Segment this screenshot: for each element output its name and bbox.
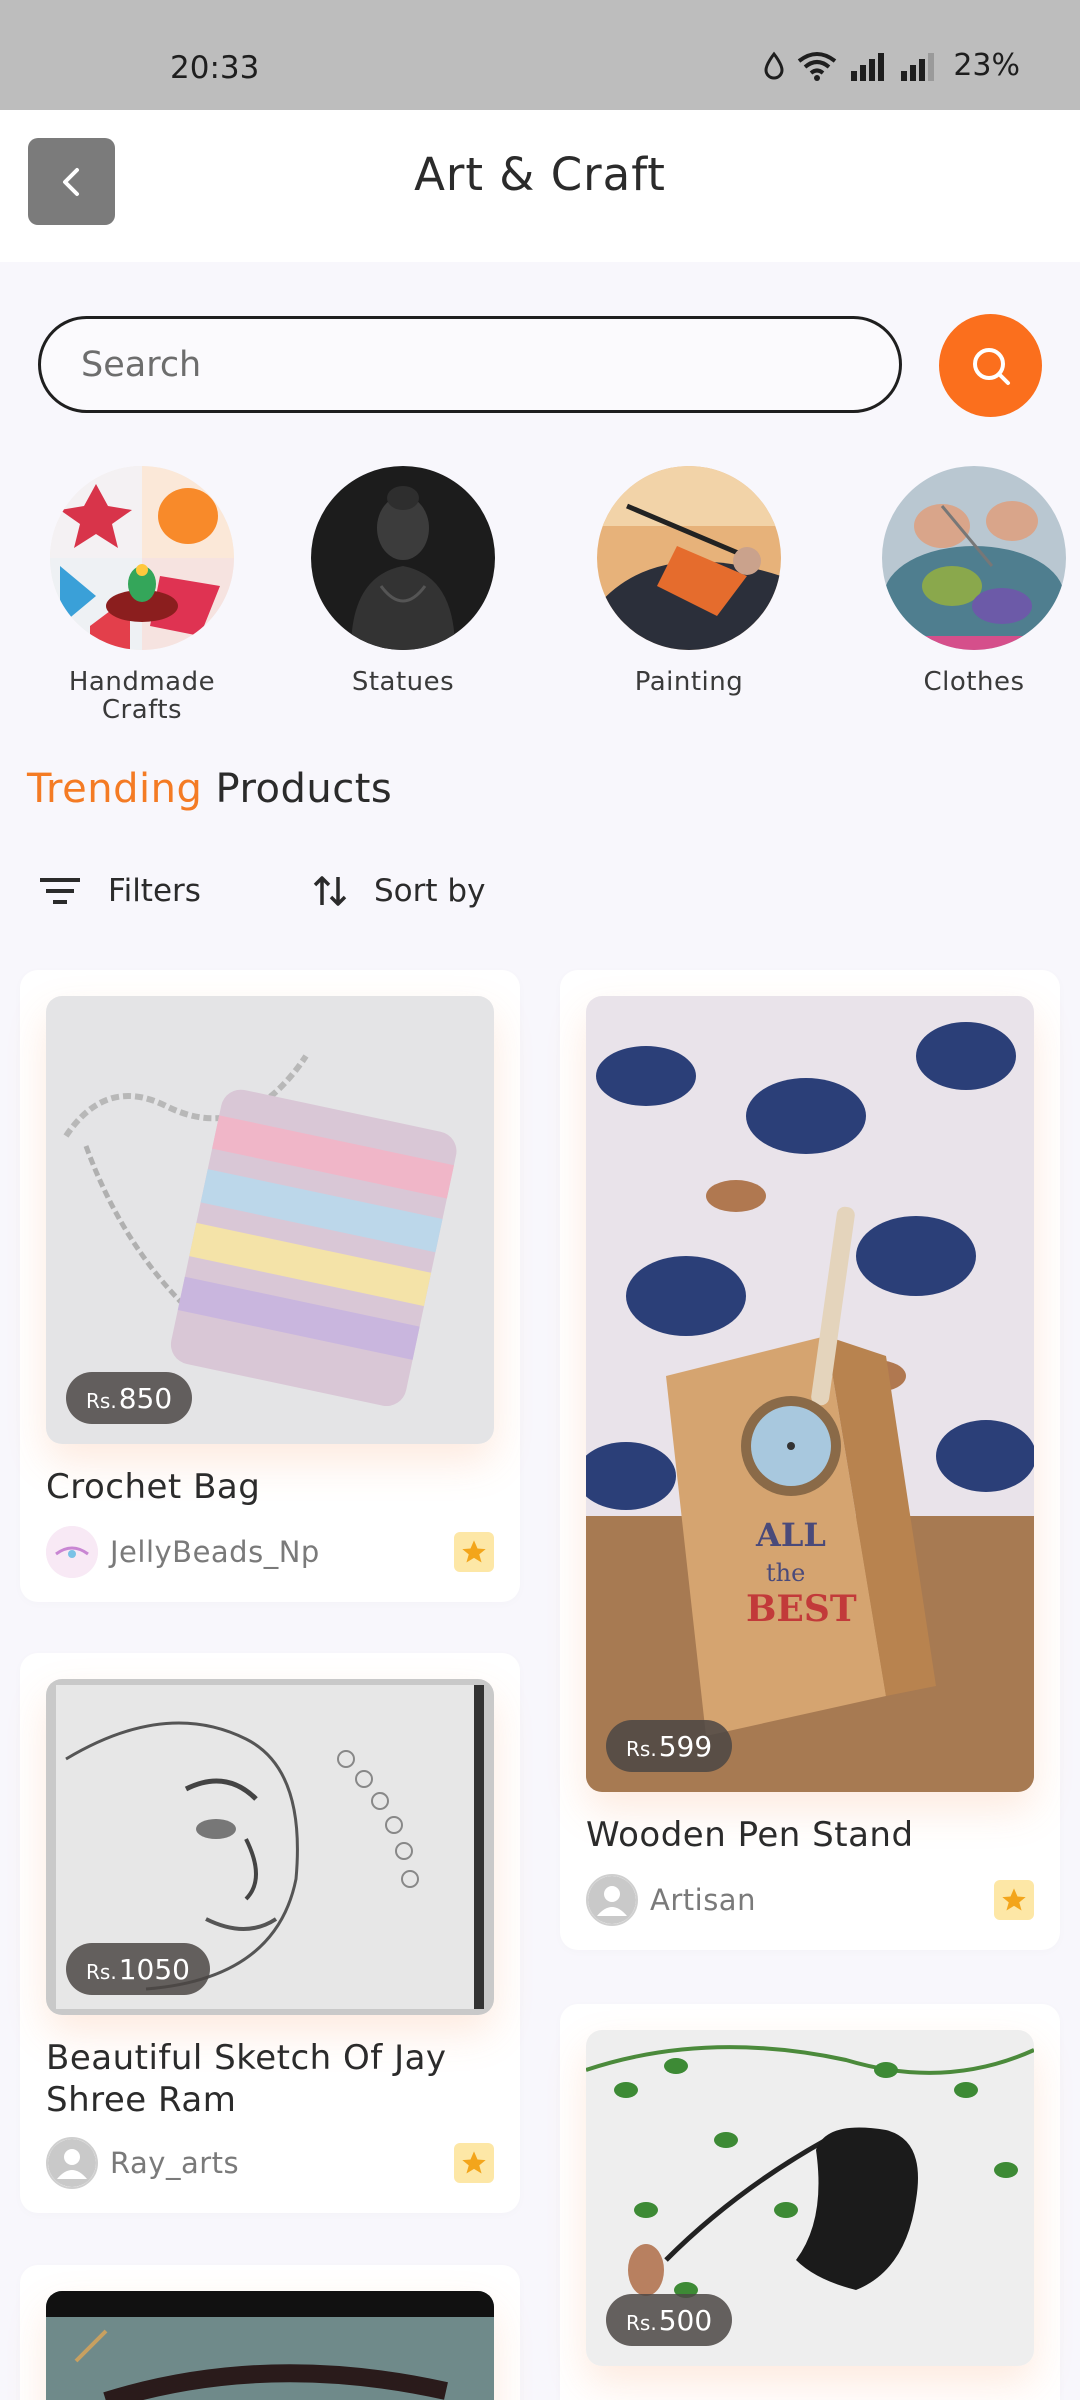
signal-icon	[851, 52, 885, 81]
category-image	[597, 466, 781, 650]
search-button[interactable]	[939, 314, 1042, 417]
filters-button[interactable]: Filters	[38, 873, 201, 909]
price-value: 500	[658, 2303, 713, 2337]
category-statues[interactable]: Statues	[293, 466, 513, 696]
product-card[interactable]: Rs. 1050 Beautiful Sketch Of Jay Shree R…	[20, 1653, 520, 2213]
product-title: Beautiful Sketch Of Jay Shree Ram	[46, 2038, 447, 2120]
search-field[interactable]	[38, 316, 902, 413]
seller-name: Artisan	[650, 1883, 756, 1917]
product-card[interactable]: Rs. 500	[560, 2004, 1060, 2400]
product-card[interactable]	[20, 2265, 520, 2400]
sort-button[interactable]: Sort by	[312, 873, 485, 909]
price-value: 850	[118, 1381, 173, 1415]
section-title-rest: Products	[215, 766, 393, 812]
seller-info[interactable]: Artisan	[586, 1874, 756, 1926]
favorite-button[interactable]	[454, 1532, 494, 1572]
star-icon	[1002, 1888, 1026, 1911]
product-image	[46, 2291, 494, 2400]
price-currency: Rs.	[86, 1389, 117, 1413]
category-label: Clothes	[923, 667, 1025, 697]
drop-icon	[764, 51, 784, 79]
product-image: ALL the BEST Rs. 599	[586, 996, 1034, 1792]
product-image: Rs. 850	[46, 996, 494, 1444]
price-value: 1050	[118, 1952, 190, 1986]
favorite-button[interactable]	[994, 1880, 1034, 1920]
user-icon	[588, 1876, 636, 1924]
category-image	[311, 466, 495, 650]
category-handmade-crafts[interactable]: Handmade Crafts	[32, 466, 252, 724]
section-title: Trending Products	[27, 766, 392, 812]
seller-name: Ray_arts	[110, 2146, 240, 2180]
sort-label: Sort by	[374, 873, 486, 909]
price-value: 599	[658, 1729, 713, 1763]
product-title: Crochet Bag	[46, 1467, 261, 1507]
svg-text:the: the	[766, 1559, 805, 1587]
category-image	[50, 466, 234, 650]
price-badge: Rs. 1050	[66, 1943, 210, 1995]
search-icon	[972, 347, 1010, 385]
status-time: 20:33	[170, 50, 260, 86]
search-input[interactable]	[41, 319, 899, 410]
category-label: Painting	[634, 667, 744, 697]
star-icon	[462, 2151, 486, 2174]
product-image: Rs. 500	[586, 2030, 1034, 2366]
sort-icon	[313, 876, 347, 906]
avatar	[46, 1526, 98, 1578]
wifi-icon	[798, 51, 837, 81]
price-badge: Rs. 500	[606, 2294, 733, 2346]
app-header: Art & Craft	[0, 110, 1080, 262]
product-card[interactable]: ALL the BEST Rs. 599 Wooden Pen Stand Ar…	[560, 970, 1060, 1950]
filters-label: Filters	[108, 873, 201, 909]
favorite-button[interactable]	[454, 2143, 494, 2183]
seller-name: JellyBeads_Np	[110, 1535, 320, 1569]
signal-icon-2	[901, 52, 935, 81]
category-image	[882, 466, 1066, 650]
seller-info[interactable]: Ray_arts	[46, 2137, 239, 2189]
status-bar: 20:33 23%	[0, 0, 1080, 110]
price-currency: Rs.	[626, 1737, 657, 1761]
star-icon	[462, 1540, 486, 1563]
product-title: Wooden Pen Stand	[586, 1815, 914, 1855]
page-title: Art & Craft	[414, 148, 666, 201]
category-label: Handmade Crafts	[68, 667, 216, 725]
status-icons: 23%	[763, 48, 1020, 83]
category-label: Statues	[351, 667, 455, 697]
svg-text:ALL: ALL	[755, 1516, 826, 1554]
svg-text:BEST: BEST	[746, 1588, 857, 1630]
section-title-accent: Trending	[27, 766, 203, 812]
filter-icon	[40, 878, 80, 904]
price-currency: Rs.	[626, 2311, 657, 2335]
avatar	[46, 2137, 98, 2189]
category-painting[interactable]: Painting	[579, 466, 799, 696]
battery-level: 23%	[953, 48, 1020, 83]
seller-info[interactable]: JellyBeads_Np	[46, 1526, 320, 1578]
price-currency: Rs.	[86, 1960, 117, 1984]
price-badge: Rs. 850	[66, 1372, 193, 1424]
product-card[interactable]: Rs. 850 Crochet Bag JellyBeads_Np	[20, 970, 520, 1602]
category-clothes[interactable]: Clothes	[864, 466, 1080, 696]
avatar	[586, 1874, 638, 1926]
price-badge: Rs. 599	[606, 1720, 733, 1772]
product-image: Rs. 1050	[46, 1679, 494, 2015]
user-icon	[48, 2139, 96, 2187]
